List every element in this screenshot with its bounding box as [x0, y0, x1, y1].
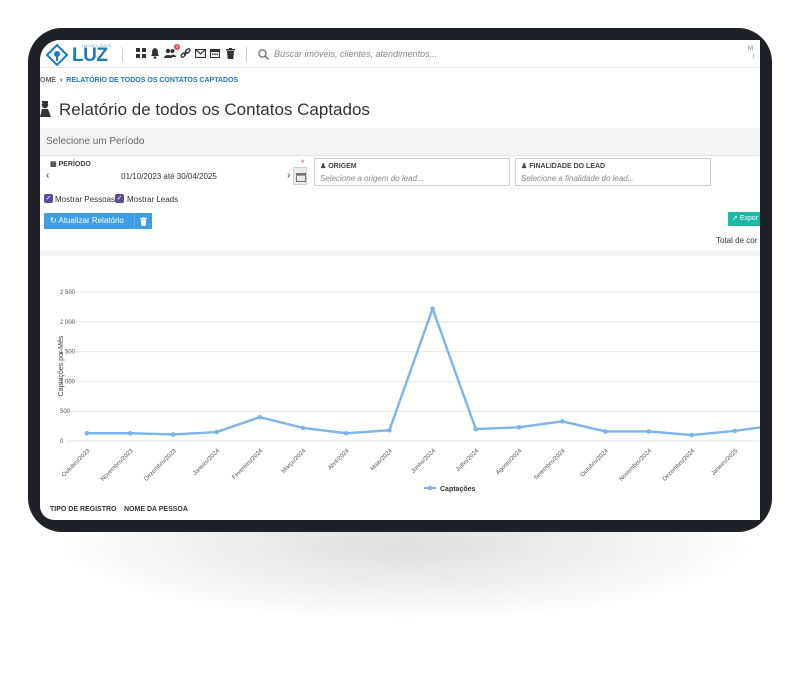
table-header-person-name[interactable]: NOME DA PESSOA — [124, 506, 188, 513]
search-input[interactable] — [274, 46, 574, 62]
show-people-checkbox[interactable]: ✓ — [44, 194, 53, 203]
screen: IMOBILIÁRIA LUZ 2 Buscar imóveis, client… — [40, 40, 760, 520]
x-tick-label: Novembro/2024 — [619, 448, 654, 483]
breadcrumb: OME › RELATÓRIO DE TODOS OS CONTATOS CAPTA… — [40, 77, 238, 84]
legend-marker — [427, 485, 433, 491]
data-point — [473, 426, 479, 432]
breadcrumb-current[interactable]: RELATÓRIO DE TODOS OS CONTATOS CAPTADOS — [66, 77, 238, 84]
legend-label: Captações — [440, 486, 476, 493]
data-point — [387, 427, 392, 433]
data-point — [559, 419, 565, 424]
divider — [122, 47, 123, 62]
search-icon[interactable] — [258, 47, 271, 60]
origin-label: ♟ ORIGEM — [320, 163, 357, 170]
x-tick-label: Março/2024 — [281, 448, 308, 475]
user-name[interactable]: M — [748, 46, 753, 52]
x-tick-label: Dezembro/2024 — [662, 448, 697, 483]
purpose-select[interactable]: ♟ FINALIDADE DO LEAD Selecione a finalid… — [515, 158, 711, 186]
top-navbar: IMOBILIÁRIA LUZ 2 Buscar imóveis, client… — [40, 40, 760, 68]
period-value[interactable]: 01/10/2023 até 30/04/2025 — [44, 172, 294, 181]
x-tick-label: Junho/2024 — [411, 448, 438, 475]
origin-placeholder: Selecione a origem do lead... — [320, 174, 424, 183]
data-point — [300, 425, 306, 431]
data-point — [516, 424, 522, 430]
trash-icon[interactable] — [223, 46, 237, 60]
data-point — [646, 429, 651, 434]
calendar-icon — [296, 173, 306, 182]
period-picker[interactable]: ‹ 01/10/2023 até 30/04/2025 › — [44, 157, 294, 187]
logo-text: LUZ — [72, 45, 108, 66]
data-point — [84, 430, 90, 436]
total-label: Total de cor — [716, 236, 758, 245]
link-icon[interactable] — [178, 46, 192, 60]
x-tick-label: Abril/2024 — [327, 448, 351, 472]
update-report-button[interactable]: ↻ Atualizar Relatório — [44, 213, 134, 229]
captures-line-chart: 05001 0001 5002 0002 500Captações por Mê… — [58, 290, 760, 493]
export-icon: ↗ — [732, 215, 738, 222]
logo-diamond-icon — [46, 44, 68, 66]
origin-select[interactable]: ♟ ORIGEM Selecione a origem do lead... — [314, 158, 510, 186]
x-tick-label: Julho/2024 — [455, 448, 480, 473]
export-button[interactable]: ↗ Expor — [728, 212, 760, 226]
breadcrumb-home[interactable]: OME — [40, 77, 56, 84]
data-point — [127, 430, 133, 436]
user-secret-icon — [40, 100, 52, 118]
data-point — [171, 432, 176, 437]
x-tick-label: Novembro/2023 — [100, 448, 135, 483]
y-axis-label: Captações por Mês — [58, 335, 65, 396]
chevron-right-icon[interactable]: › — [287, 170, 290, 181]
chevron-right-icon: › — [59, 77, 63, 84]
show-people-label: Mostrar Pessoas — [55, 195, 116, 204]
y-tick-label: 0 — [60, 439, 64, 445]
x-tick-label: Fevereiro/2024 — [231, 448, 264, 481]
calendar-button[interactable] — [293, 167, 307, 185]
x-tick-label: Janeiro/2025 — [711, 448, 740, 477]
y-tick-label: 2 000 — [60, 320, 76, 326]
data-point — [430, 306, 435, 311]
bell-icon[interactable] — [148, 46, 162, 60]
y-tick-label: 2 500 — [60, 290, 76, 296]
period-section-header: Selecione um Período — [40, 128, 760, 156]
x-tick-label: Dezembro/2023 — [143, 448, 178, 483]
purpose-label: ♟ FINALIDADE DO LEAD — [521, 163, 606, 170]
trash-icon — [140, 217, 147, 226]
refresh-icon: ↻ — [50, 216, 57, 225]
table-header-record-type[interactable]: TIPO DE REGISTRO — [50, 506, 117, 513]
data-point — [257, 414, 263, 420]
calendar-icon[interactable] — [208, 46, 222, 60]
tablet-frame: IMOBILIÁRIA LUZ 2 Buscar imóveis, client… — [28, 28, 772, 532]
mail-icon[interactable] — [193, 46, 207, 60]
data-point — [732, 428, 738, 434]
data-point — [603, 429, 608, 434]
purpose-placeholder: Selecione a finalidade do lead... — [521, 174, 635, 183]
x-tick-label: Outubro/2024 — [580, 448, 611, 479]
section-title: Selecione um Período — [46, 136, 145, 147]
x-tick-label: Outubro/2023 — [61, 448, 92, 479]
data-point — [214, 429, 219, 435]
page-title: Relatório de todos os Contatos Captados — [59, 100, 370, 119]
chart-panel: 0 500 1 000 1 500 2 000 2 500 Captações por Mê… — [40, 250, 760, 500]
x-tick-label: Janeiro/2024 — [192, 448, 221, 477]
clear-button[interactable] — [134, 213, 152, 229]
data-point — [343, 430, 349, 436]
divider — [246, 47, 247, 62]
data-point — [689, 432, 695, 438]
series-line — [87, 307, 760, 437]
show-leads-checkbox[interactable]: ✓ — [115, 194, 124, 203]
y-tick-label: 500 — [60, 409, 71, 415]
user-role: I — [753, 54, 755, 60]
luz-logo[interactable]: IMOBILIÁRIA LUZ — [46, 43, 111, 67]
x-tick-label: Setembro/2024 — [533, 448, 567, 482]
x-tick-label: Agosto/2024 — [495, 448, 524, 477]
x-tick-label: Maio/2024 — [370, 448, 395, 473]
dashboard-icon[interactable] — [134, 46, 148, 60]
show-leads-label: Mostrar Leads — [127, 195, 179, 204]
